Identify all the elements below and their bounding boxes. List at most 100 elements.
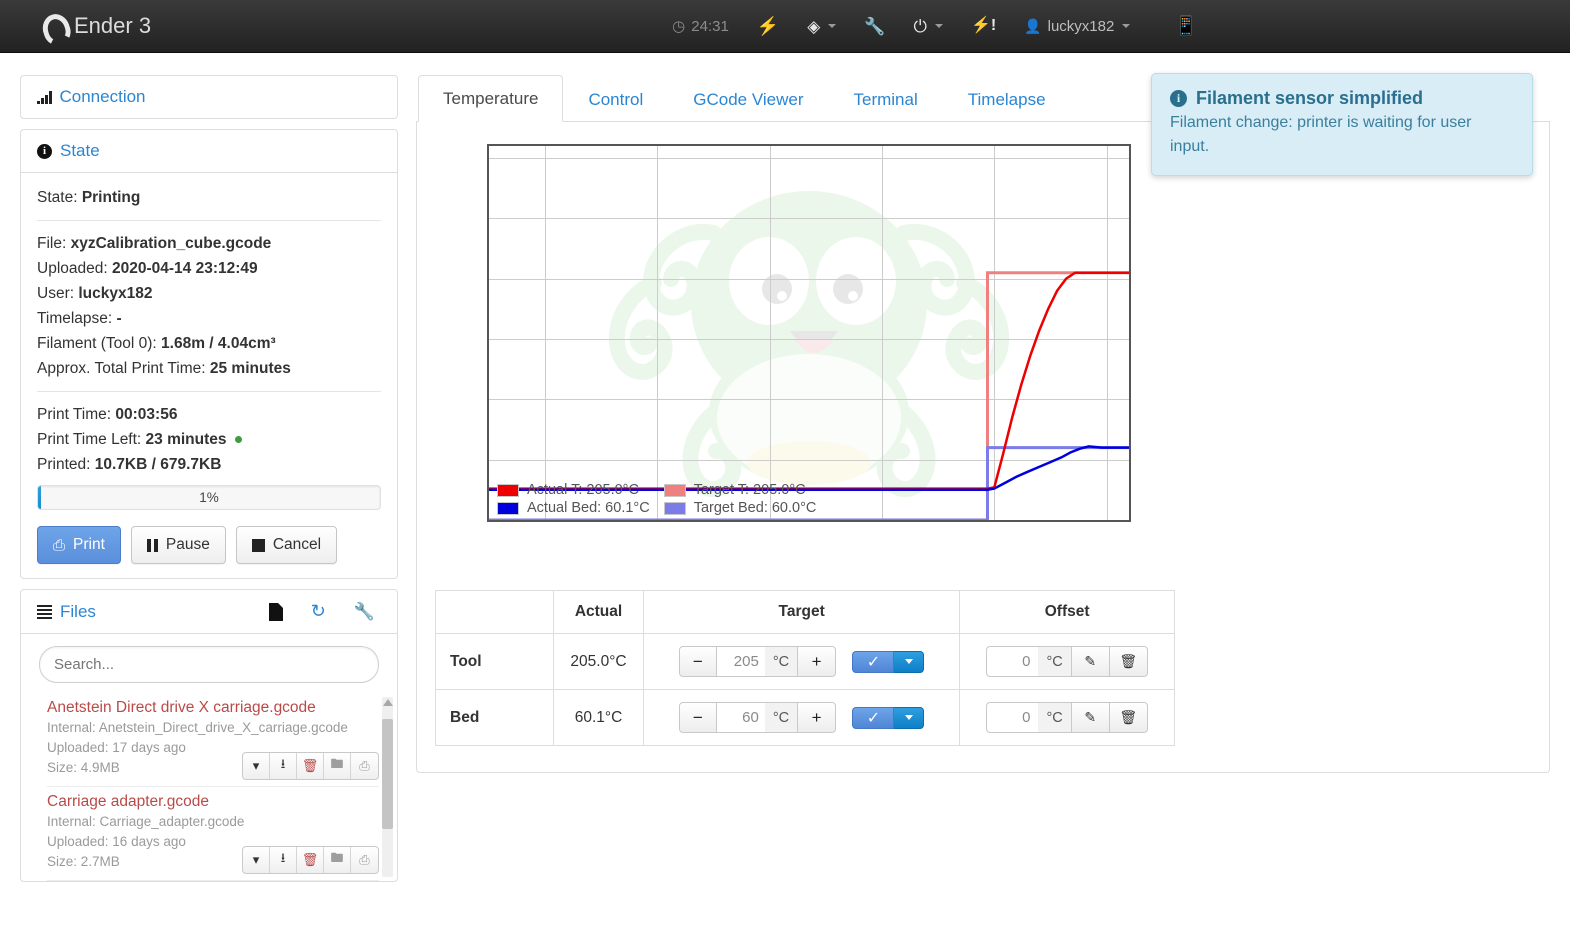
- download-icon[interactable]: ⭳: [270, 753, 297, 779]
- trash-icon[interactable]: 🗑: [1109, 646, 1148, 677]
- list-item[interactable]: Carriage adapter.gcode Internal: Carriag…: [47, 787, 379, 881]
- power-bolt-button[interactable]: ⚡: [743, 9, 793, 43]
- state-title[interactable]: State: [60, 141, 100, 161]
- uploaded-label: Uploaded:: [37, 260, 108, 277]
- chevron-up-icon[interactable]: [383, 699, 393, 706]
- system-power-dropdown[interactable]: ⏻: [899, 10, 956, 43]
- caret-down-icon: [904, 659, 913, 664]
- divider: [37, 391, 381, 392]
- top-navbar: Ender 3 ◷ 24:31 ⚡ ◈ 🔧 ⏻ ⚡! 👤 luckyx182 📱: [0, 0, 1570, 53]
- brand[interactable]: Ender 3: [40, 13, 151, 39]
- tab-timelapse[interactable]: Timelapse: [943, 76, 1071, 122]
- octoprint-logo-icon: [40, 13, 64, 39]
- page-body: Connection i State State: Printing File:…: [0, 53, 1570, 941]
- connection-panel: Connection: [20, 75, 398, 119]
- connection-header[interactable]: Connection: [21, 76, 397, 118]
- temperature-chart: Actual T: 205.0°C Target T: 205.0°C Actu…: [435, 144, 1531, 564]
- target-apply-group-tool: ✓: [852, 650, 925, 673]
- lightning-bolt-icon: ⚡: [756, 16, 780, 36]
- files-panel: Files ↻ 🔧 Anetstein Direct drive X carri…: [20, 589, 398, 882]
- plugin-alert-button[interactable]: ⚡!: [957, 10, 1010, 42]
- state-header[interactable]: i State: [21, 130, 397, 173]
- total-time-label: Approx. Total Print Time:: [37, 360, 206, 377]
- refresh-icon[interactable]: ↻: [311, 601, 326, 622]
- print-icon[interactable]: ⎙: [351, 753, 378, 779]
- folder-icon[interactable]: 🖿: [324, 753, 351, 779]
- tab-gcode-viewer[interactable]: GCode Viewer: [668, 76, 828, 122]
- files-list[interactable]: Anetstein Direct drive X carriage.gcode …: [21, 693, 397, 881]
- legend-label: Actual Bed: 60.1°C: [527, 500, 650, 516]
- folder-icon[interactable]: 🖿: [324, 847, 351, 873]
- increment-button[interactable]: +: [798, 646, 837, 677]
- trash-icon[interactable]: 🗑: [297, 753, 324, 779]
- state-body: State: Printing File: xyzCalibration_cub…: [21, 173, 397, 578]
- user-label: User:: [37, 285, 75, 302]
- table-header-row: Actual Target Offset: [435, 590, 1175, 634]
- print-time-left-label: Print Time Left:: [37, 431, 142, 448]
- decrement-button[interactable]: −: [678, 646, 717, 677]
- temperature-tab-panel: Actual T: 205.0°C Target T: 205.0°C Actu…: [416, 122, 1550, 773]
- download-icon[interactable]: ⭳: [270, 847, 297, 873]
- trash-icon[interactable]: 🗑: [1109, 702, 1148, 733]
- scrollbar-thumb[interactable]: [382, 719, 393, 829]
- print-button-label: Print: [73, 536, 105, 553]
- notification-body: Filament change: printer is waiting for …: [1170, 114, 1472, 155]
- info-circle-icon: i: [1170, 90, 1187, 107]
- user-icon: 👤: [1024, 18, 1042, 34]
- file-name[interactable]: Anetstein Direct drive X carriage.gcode: [47, 697, 379, 718]
- printer-profile-dropdown[interactable]: ◈: [793, 10, 850, 43]
- settings-button[interactable]: 🔧: [850, 10, 899, 43]
- target-input-tool[interactable]: [716, 646, 765, 677]
- pencil-icon[interactable]: ✎: [1071, 702, 1110, 733]
- files-scrollbar[interactable]: [382, 697, 393, 877]
- check-icon[interactable]: ✓: [852, 706, 895, 729]
- wrench-icon[interactable]: 🔧: [354, 602, 375, 622]
- cube-icon: ◈: [807, 16, 821, 36]
- tab-terminal[interactable]: Terminal: [829, 76, 943, 122]
- user-menu[interactable]: 👤 luckyx182: [1010, 10, 1144, 43]
- file-name[interactable]: Carriage adapter.gcode: [47, 791, 379, 812]
- state-row-status: State: Printing: [37, 185, 381, 210]
- connection-title[interactable]: Connection: [60, 87, 146, 107]
- chart-plot-area[interactable]: Actual T: 205.0°C Target T: 205.0°C Actu…: [487, 144, 1131, 522]
- print-button[interactable]: ⎙ Print: [37, 526, 121, 564]
- tab-control[interactable]: Control: [563, 76, 668, 122]
- stop-square-icon: [251, 538, 265, 552]
- timelapse-label: Timelapse:: [37, 310, 113, 327]
- print-icon[interactable]: ⎙: [351, 847, 378, 873]
- decrement-button[interactable]: −: [678, 702, 717, 733]
- pause-button[interactable]: Pause: [130, 526, 226, 564]
- temperature-table: Actual Target Offset Tool 205.0°C − 205 …: [435, 590, 1175, 746]
- tab-temperature[interactable]: Temperature: [418, 75, 564, 122]
- check-icon[interactable]: ✓: [852, 650, 895, 673]
- increment-button[interactable]: +: [798, 702, 837, 733]
- legend-item-actual-bed: Actual Bed: 60.1°C: [497, 500, 650, 516]
- notification-popup[interactable]: i Filament sensor simplified Filament ch…: [1151, 73, 1533, 176]
- chart-series-layer: [489, 271, 1129, 520]
- notification-title-row: i Filament sensor simplified: [1170, 88, 1514, 109]
- state-row-printed: Printed: 10.7KB / 679.7KB: [37, 452, 381, 477]
- chevron-down-icon[interactable]: ▾: [243, 847, 270, 873]
- offset-input-tool[interactable]: [986, 646, 1039, 677]
- notification-title: Filament sensor simplified: [1196, 88, 1424, 108]
- search-input[interactable]: [39, 646, 379, 683]
- mobile-view-button[interactable]: 📱: [1144, 9, 1212, 44]
- cancel-button[interactable]: Cancel: [235, 526, 338, 564]
- offset-cell-bed: °C ✎ 🗑: [959, 689, 1175, 746]
- pencil-icon[interactable]: ✎: [1071, 646, 1110, 677]
- cancel-button-label: Cancel: [272, 536, 322, 553]
- state-row-uploaded: Uploaded: 2020-04-14 23:12:49: [37, 256, 381, 281]
- files-title[interactable]: Files: [60, 602, 96, 622]
- preset-dropdown-button[interactable]: [894, 706, 925, 729]
- chevron-down-icon[interactable]: ▾: [243, 753, 270, 779]
- list-item[interactable]: Anetstein Direct drive X carriage.gcode …: [47, 693, 379, 787]
- state-status-value: Printing: [81, 189, 141, 206]
- chevron-down-icon: [1122, 24, 1131, 28]
- chevron-down-icon: [828, 24, 837, 28]
- preset-dropdown-button[interactable]: [894, 650, 925, 673]
- file-document-icon[interactable]: [268, 602, 283, 621]
- offset-input-bed[interactable]: [986, 702, 1039, 733]
- trash-icon[interactable]: 🗑: [297, 847, 324, 873]
- state-row-print-time-left: Print Time Left: 23 minutes: [37, 427, 381, 452]
- target-input-bed[interactable]: [716, 702, 765, 733]
